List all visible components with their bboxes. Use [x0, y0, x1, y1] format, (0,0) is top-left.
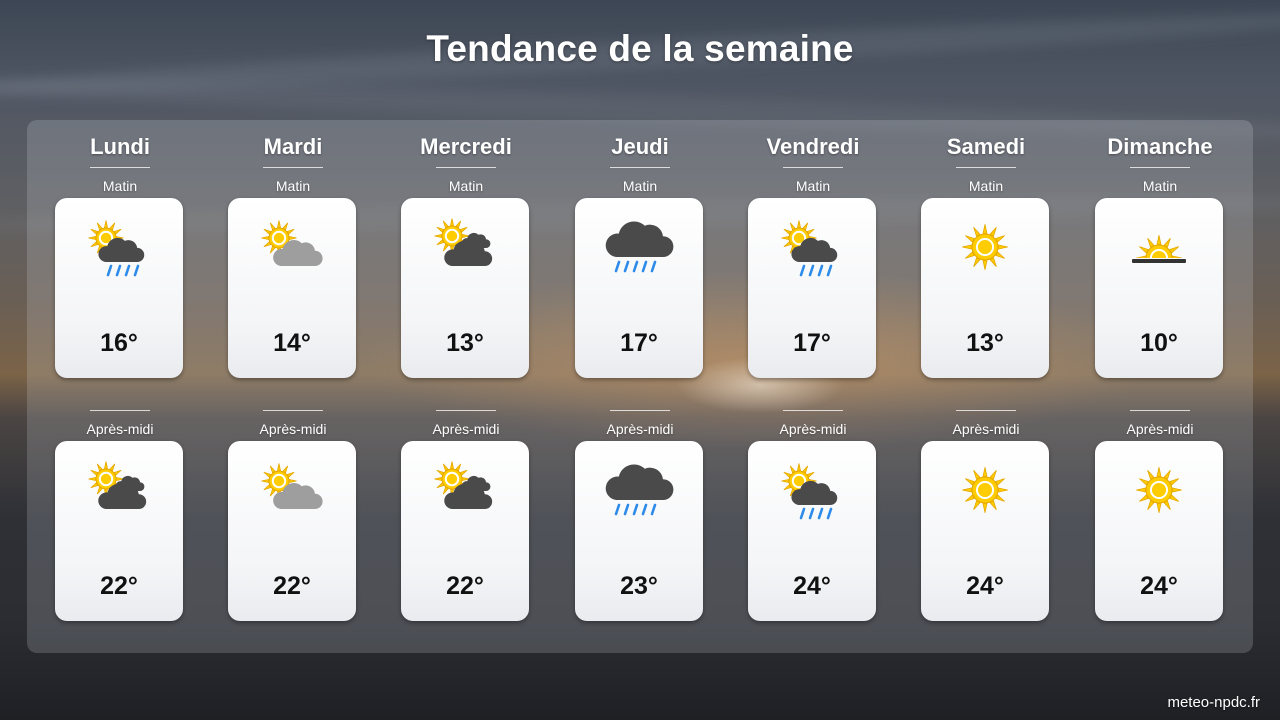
period-label-morning: Matin — [275, 178, 311, 194]
sun-dark-clouds-icon — [434, 218, 493, 266]
period-label-morning: Matin — [448, 178, 484, 194]
divider — [783, 410, 843, 411]
period-label-morning: Matin — [1142, 178, 1178, 194]
forecast-card-afternoon[interactable]: 22° — [228, 441, 356, 621]
temperature: 23° — [620, 572, 658, 600]
forecast-card-morning[interactable]: 13° — [921, 198, 1049, 378]
divider — [90, 410, 150, 411]
period-label-afternoon: Après-midi — [432, 421, 500, 437]
forecast-card-afternoon[interactable]: 23° — [575, 441, 703, 621]
divider — [1130, 410, 1190, 411]
divider — [783, 167, 843, 168]
sun-icon — [962, 467, 1008, 513]
period-label-morning: Matin — [795, 178, 831, 194]
sun-cloud-rain-icon — [781, 463, 838, 520]
period-label-afternoon: Après-midi — [779, 421, 847, 437]
day-name: Lundi — [90, 134, 150, 159]
day-column-monday: Lundi Matin 16° Après-midi 22° — [50, 120, 190, 653]
divider — [90, 167, 150, 168]
period-label-afternoon: Après-midi — [952, 421, 1020, 437]
period-label-morning: Matin — [622, 178, 658, 194]
sunrise-icon — [1132, 235, 1186, 263]
forecast-card-morning[interactable]: 14° — [228, 198, 356, 378]
temperature: 16° — [100, 329, 138, 357]
divider — [610, 410, 670, 411]
temperature: 10° — [1140, 329, 1178, 357]
temperature: 22° — [100, 572, 138, 600]
day-name: Dimanche — [1107, 134, 1213, 159]
day-name: Mercredi — [420, 134, 512, 159]
day-column-friday: Vendredi Matin 17° Après-midi 24° — [743, 120, 883, 653]
day-name: Samedi — [946, 134, 1026, 159]
temperature: 22° — [273, 572, 311, 600]
day-column-tuesday: Mardi Matin 14° Après-midi 22° — [223, 120, 363, 653]
sun-light-cloud-icon — [261, 463, 323, 509]
divider — [436, 167, 496, 168]
forecast-card-afternoon[interactable]: 22° — [55, 441, 183, 621]
period-label-afternoon: Après-midi — [86, 421, 154, 437]
sun-cloud-rain-icon — [781, 220, 838, 277]
forecast-card-afternoon[interactable]: 22° — [401, 441, 529, 621]
week-forecast-panel: Lundi Matin 16° Après-midi 22° Mardi Mat… — [27, 120, 1253, 653]
period-label-morning: Matin — [968, 178, 1004, 194]
divider — [1130, 167, 1190, 168]
forecast-card-morning[interactable]: 13° — [401, 198, 529, 378]
period-label-morning: Matin — [102, 178, 138, 194]
sun-light-cloud-icon — [261, 220, 323, 266]
forecast-card-morning[interactable]: 16° — [55, 198, 183, 378]
day-column-wednesday: Mercredi Matin 13° Après-midi 22° — [396, 120, 536, 653]
site-credit: meteo-npdc.fr — [1167, 694, 1260, 711]
divider — [956, 167, 1016, 168]
temperature: 24° — [793, 572, 831, 600]
day-column-sunday: Dimanche Matin 10° Après-midi 24° — [1090, 120, 1230, 653]
sun-cloud-rain-icon — [88, 220, 145, 277]
rain-cloud-icon — [605, 464, 674, 516]
forecast-card-afternoon[interactable]: 24° — [921, 441, 1049, 621]
day-column-saturday: Samedi Matin 13° Après-midi 24° — [916, 120, 1056, 653]
forecast-card-morning[interactable]: 17° — [575, 198, 703, 378]
temperature: 24° — [966, 572, 1004, 600]
period-label-afternoon: Après-midi — [606, 421, 674, 437]
forecast-card-afternoon[interactable]: 24° — [1095, 441, 1223, 621]
rain-cloud-icon — [605, 221, 674, 273]
day-name: Vendredi — [766, 134, 860, 159]
temperature: 24° — [1140, 572, 1178, 600]
sun-icon — [1136, 467, 1182, 513]
day-name: Mardi — [263, 134, 323, 159]
period-label-afternoon: Après-midi — [1126, 421, 1194, 437]
temperature: 17° — [620, 329, 658, 357]
temperature: 22° — [446, 572, 484, 600]
divider — [263, 167, 323, 168]
temperature: 17° — [793, 329, 831, 357]
sun-icon — [962, 224, 1008, 270]
day-name: Jeudi — [611, 134, 669, 159]
temperature: 13° — [966, 329, 1004, 357]
divider — [436, 410, 496, 411]
temperature: 13° — [446, 329, 484, 357]
sun-dark-clouds-icon — [434, 461, 493, 509]
divider — [610, 167, 670, 168]
sun-dark-clouds-icon — [88, 461, 147, 509]
divider — [956, 410, 1016, 411]
divider — [263, 410, 323, 411]
day-column-thursday: Jeudi Matin 17° Après-midi 23° — [570, 120, 710, 653]
period-label-afternoon: Après-midi — [259, 421, 327, 437]
temperature: 14° — [273, 329, 311, 357]
forecast-card-morning[interactable]: 10° — [1095, 198, 1223, 378]
page-title: Tendance de la semaine — [426, 28, 854, 69]
forecast-card-morning[interactable]: 17° — [748, 198, 876, 378]
forecast-card-afternoon[interactable]: 24° — [748, 441, 876, 621]
